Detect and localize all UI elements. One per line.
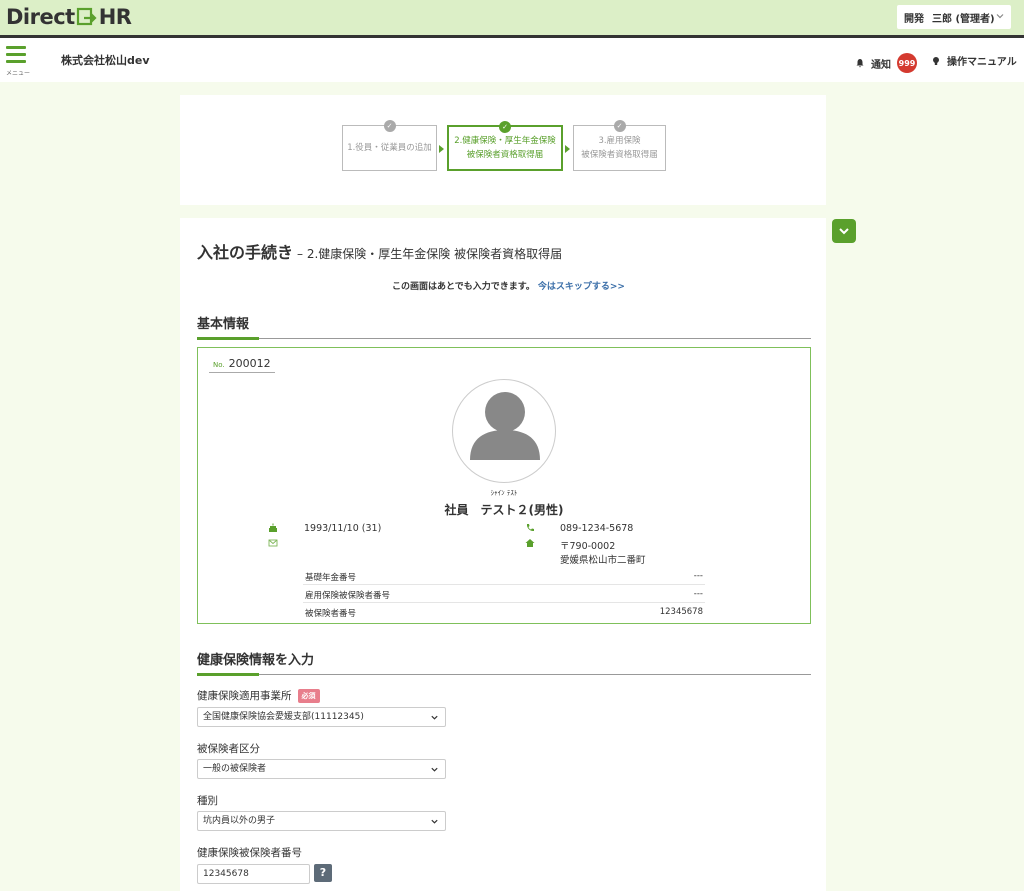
phone-value: 089-1234-5678 — [560, 523, 634, 534]
user-department: 開発 — [904, 13, 924, 25]
info-row-label: 雇用保険被保険者番号 — [305, 591, 391, 601]
birthday-value: 1993/11/10 (31) — [304, 523, 382, 534]
address-value: 愛媛県松山市二番町 — [560, 555, 646, 566]
step-1: ✓ 1.役員・従業員の追加 — [342, 120, 437, 171]
notify-label: 通知 — [871, 59, 891, 71]
step-1-label: 1.役員・従業員の追加 — [347, 143, 432, 153]
section-health-insurance-title: 健康保険情報を入力 — [197, 653, 315, 668]
skip-link[interactable]: 今はスキップする>> — [538, 282, 625, 292]
check-icon: ✓ — [613, 120, 626, 132]
manual-link[interactable]: 操作マニュアル — [931, 53, 1017, 68]
insured-no-input[interactable]: 12345678 — [197, 864, 310, 884]
logo-mark-icon — [76, 6, 98, 28]
category-select[interactable]: 一般の被保険者 — [197, 759, 446, 779]
mail-icon — [268, 539, 278, 547]
avatar — [452, 379, 556, 483]
insured-no-label-text: 健康保険被保険者番号 — [197, 847, 302, 859]
type-label-text: 種別 — [197, 795, 218, 807]
insured-no-input-value: 12345678 — [203, 869, 249, 879]
section-health-insurance: 健康保険情報を入力 — [197, 649, 811, 676]
type-select[interactable]: 坑内員以外の男子 — [197, 811, 446, 831]
page-title-main: 入社の手続き — [197, 243, 294, 262]
employee-card: No. 200012 ｼｬｲﾝ ﾃｽﾄ 社員 テスト２(男性) 1993/11/1… — [197, 347, 811, 624]
office-field-label: 健康保険適用事業所 必須 — [197, 688, 320, 703]
step-arrow-icon — [439, 145, 444, 153]
bell-icon — [856, 59, 864, 68]
type-field-label: 種別 — [197, 793, 218, 808]
info-row-value: --- — [693, 571, 703, 581]
chevron-down-icon — [431, 767, 438, 772]
info-row-pension-no: 基礎年金番号 --- — [303, 567, 705, 585]
category-select-value: 一般の被保険者 — [203, 764, 267, 774]
lightbulb-icon — [933, 56, 939, 65]
step-2: ✓ 2.健康保険・厚生年金保険 被保険者資格取得届 — [447, 121, 563, 171]
office-select[interactable]: 全国健康保険協会愛媛支部(11112345) — [197, 707, 446, 727]
chevron-down-icon — [431, 819, 438, 824]
app-logo[interactable]: Direct HR — [6, 5, 132, 29]
office-select-value: 全国健康保険協会愛媛支部(11112345) — [203, 712, 364, 722]
employee-name: 社員 テスト２(男性) — [444, 503, 564, 517]
manual-label: 操作マニュアル — [947, 57, 1017, 68]
menu-label: メニュー — [6, 70, 31, 77]
step-2-label-line2: 被保険者資格取得届 — [466, 150, 544, 160]
user-menu[interactable]: 開発 三郎 (管理者) — [897, 5, 1011, 29]
collapse-button[interactable] — [832, 219, 856, 243]
later-note: この画面はあとでも入力できます。 今はスキップする>> — [392, 279, 625, 292]
info-row-value: --- — [693, 589, 703, 599]
info-row-employment-insurance-no: 雇用保険被保険者番号 --- — [303, 585, 705, 603]
employee-kana: ｼｬｲﾝ ﾃｽﾄ — [490, 489, 518, 497]
info-row-value: 12345678 — [659, 607, 703, 617]
section-basic-info: 基本情報 — [197, 313, 811, 340]
postal-code-value: 〒790-0002 — [560, 541, 616, 552]
employee-number: No. 200012 — [209, 357, 275, 373]
notify-count-badge: 999 — [897, 53, 917, 73]
check-icon: ✓ — [499, 121, 511, 133]
company-name: 株式会社松山dev — [61, 54, 150, 67]
home-icon — [525, 539, 535, 547]
sub-header: メニュー 株式会社松山dev 通知 999 操作マニュアル — [0, 38, 1024, 82]
employee-number-value: 200012 — [228, 357, 271, 370]
step-3: ✓ 3.雇用保険 被保険者資格取得届 — [573, 120, 666, 171]
info-row-label: 基礎年金番号 — [305, 573, 357, 583]
user-name: 三郎 (管理者) — [932, 13, 995, 25]
employee-number-label: No. — [213, 361, 225, 369]
type-select-value: 坑内員以外の男子 — [203, 816, 276, 826]
chevron-down-icon — [431, 715, 438, 720]
step-arrow-icon — [565, 145, 570, 153]
logo-text-right: HR — [98, 5, 132, 29]
info-row-insured-no: 被保険者番号 12345678 — [303, 603, 705, 621]
step-3-label-line1: 3.雇用保険 — [598, 136, 641, 146]
category-label-text: 被保険者区分 — [197, 743, 260, 755]
later-note-text: この画面はあとでも入力できます。 — [392, 282, 535, 292]
help-button[interactable]: ? — [314, 864, 332, 882]
steps-panel: ✓ 1.役員・従業員の追加 ✓ 2.健康保険・厚生年金保険 被保険者資格取得届 … — [180, 95, 826, 205]
step-2-label-line1: 2.健康保険・厚生年金保険 — [454, 136, 556, 146]
page-title: 入社の手続き – 2.健康保険・厚生年金保険 被保険者資格取得届 — [197, 239, 562, 263]
hamburger-menu-icon[interactable] — [6, 46, 26, 66]
chevron-down-icon — [839, 228, 849, 235]
check-icon: ✓ — [383, 120, 396, 132]
category-field-label: 被保険者区分 — [197, 741, 260, 756]
phone-icon — [526, 524, 534, 532]
person-icon — [470, 392, 540, 460]
chevron-down-icon — [996, 14, 1004, 19]
top-bar: Direct HR 開発 三郎 (管理者) — [0, 0, 1024, 35]
notification-button[interactable]: 通知 999 — [855, 53, 917, 73]
required-badge: 必須 — [297, 688, 320, 703]
office-label-text: 健康保険適用事業所 — [197, 690, 292, 702]
logo-text-left: Direct — [6, 5, 75, 29]
insured-no-field-label: 健康保険被保険者番号 — [197, 845, 302, 860]
info-row-label: 被保険者番号 — [305, 609, 357, 619]
birthday-cake-icon — [269, 523, 277, 532]
section-basic-info-title: 基本情報 — [197, 317, 250, 332]
page-subtitle: – 2.健康保険・厚生年金保険 被保険者資格取得届 — [297, 247, 563, 261]
step-3-label-line2: 被保険者資格取得届 — [581, 150, 658, 160]
